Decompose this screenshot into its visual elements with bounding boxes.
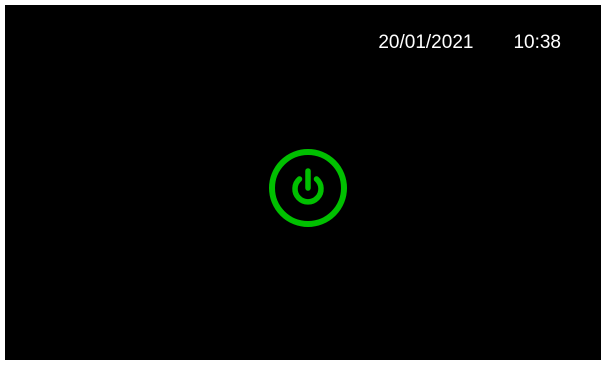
time-label: 10:38 xyxy=(513,32,561,53)
date-label: 20/01/2021 xyxy=(378,32,474,53)
screen: 20/01/2021 10:38 xyxy=(5,5,601,360)
status-bar: 20/01/2021 10:38 xyxy=(378,32,561,54)
power-icon xyxy=(269,149,347,227)
display-frame: 20/01/2021 10:38 xyxy=(0,0,606,365)
power-button[interactable] xyxy=(268,148,348,228)
